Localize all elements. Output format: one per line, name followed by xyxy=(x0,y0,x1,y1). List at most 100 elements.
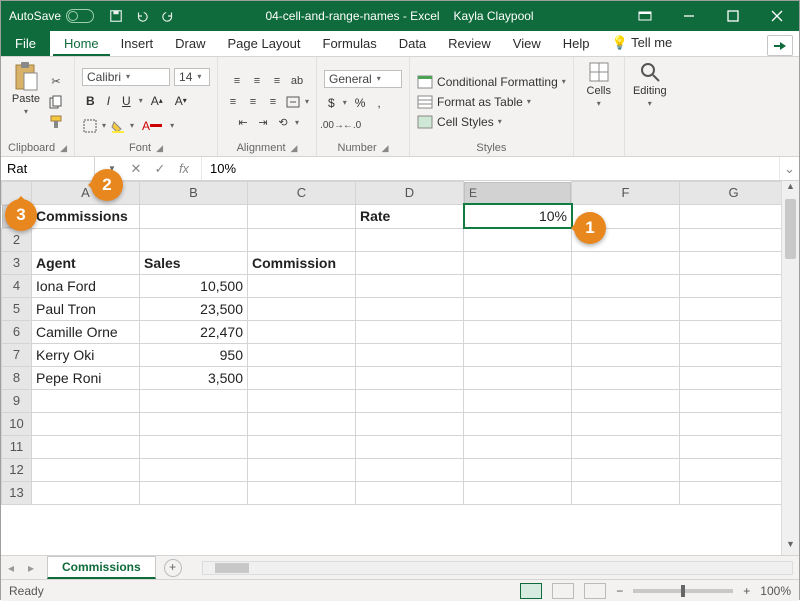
cell[interactable]: Camille Orne xyxy=(32,320,140,343)
row-header[interactable]: 12 xyxy=(2,458,32,481)
cell[interactable] xyxy=(32,435,140,458)
undo-icon[interactable] xyxy=(134,8,150,24)
wrap-text-icon[interactable]: ab xyxy=(289,73,305,89)
cell[interactable] xyxy=(32,389,140,412)
col-header[interactable]: E xyxy=(464,182,571,204)
accounting-icon[interactable]: $ xyxy=(324,93,339,113)
tab-data[interactable]: Data xyxy=(388,32,437,56)
cell[interactable]: Iona Ford xyxy=(32,274,140,297)
tab-file[interactable]: File xyxy=(1,31,50,56)
cell[interactable]: 3,500 xyxy=(140,366,248,389)
spreadsheet-grid[interactable]: A B C D E F G 1CommissionsRate10%23Agent… xyxy=(1,181,781,505)
cell[interactable] xyxy=(248,274,356,297)
cell[interactable] xyxy=(464,389,572,412)
name-box-input[interactable] xyxy=(7,161,88,176)
cell[interactable] xyxy=(464,412,572,435)
cell[interactable] xyxy=(356,458,464,481)
cell[interactable] xyxy=(248,389,356,412)
cell[interactable]: Rate xyxy=(356,204,464,228)
page-layout-view-icon[interactable] xyxy=(552,583,574,599)
cell[interactable] xyxy=(680,320,782,343)
cell[interactable]: 10% xyxy=(464,204,572,228)
row-header[interactable]: 6 xyxy=(2,320,32,343)
cell[interactable] xyxy=(464,458,572,481)
ribbon-display-icon[interactable] xyxy=(623,1,667,31)
redo-icon[interactable] xyxy=(160,8,176,24)
row-header[interactable]: 4 xyxy=(2,274,32,297)
cell[interactable] xyxy=(464,343,572,366)
sheet-nav-prev-icon[interactable]: ◂ xyxy=(1,561,21,575)
percent-icon[interactable]: % xyxy=(351,93,370,113)
cell[interactable] xyxy=(140,412,248,435)
scroll-thumb[interactable] xyxy=(215,563,249,573)
bold-button[interactable]: B xyxy=(82,91,99,111)
autosave-toggle[interactable]: AutoSave xyxy=(9,9,94,23)
cell[interactable] xyxy=(140,389,248,412)
scroll-thumb[interactable] xyxy=(785,199,796,259)
row-header[interactable]: 11 xyxy=(2,435,32,458)
cell[interactable] xyxy=(356,297,464,320)
dialog-launcher-icon[interactable]: ◢ xyxy=(382,143,389,154)
cell[interactable] xyxy=(680,389,782,412)
decrease-decimal-icon[interactable]: ←.0 xyxy=(344,118,360,134)
tab-formulas[interactable]: Formulas xyxy=(312,32,388,56)
zoom-in-button[interactable]: + xyxy=(743,584,750,598)
save-icon[interactable] xyxy=(108,8,124,24)
row-header[interactable]: 13 xyxy=(2,481,32,504)
cell[interactable] xyxy=(680,458,782,481)
cell[interactable] xyxy=(248,481,356,504)
grow-font-icon[interactable]: A▴ xyxy=(147,91,167,111)
tab-help[interactable]: Help xyxy=(552,32,601,56)
tab-tellme[interactable]: 💡 Tell me xyxy=(601,31,684,56)
cell[interactable]: Paul Tron xyxy=(32,297,140,320)
normal-view-icon[interactable] xyxy=(520,583,542,599)
close-icon[interactable] xyxy=(755,1,799,31)
zoom-slider[interactable] xyxy=(633,589,733,593)
increase-decimal-icon[interactable]: .00→ xyxy=(324,118,340,134)
font-name-select[interactable]: Calibri▾ xyxy=(82,68,170,86)
cell[interactable] xyxy=(680,204,782,228)
font-size-select[interactable]: 14▾ xyxy=(174,68,210,86)
cell[interactable] xyxy=(572,458,680,481)
minimize-icon[interactable] xyxy=(667,1,711,31)
cell[interactable] xyxy=(680,297,782,320)
format-as-table-button[interactable]: Format as Table▾ xyxy=(417,94,531,110)
row-header[interactable]: 7 xyxy=(2,343,32,366)
comma-icon[interactable]: , xyxy=(373,93,384,113)
expand-formula-bar-icon[interactable]: ⌄ xyxy=(779,157,799,180)
row-header[interactable]: 2 xyxy=(2,228,32,251)
cell[interactable] xyxy=(32,481,140,504)
col-header[interactable]: D xyxy=(356,182,464,205)
cell[interactable] xyxy=(464,320,572,343)
cell-styles-button[interactable]: Cell Styles▾ xyxy=(417,114,502,130)
cell[interactable] xyxy=(140,228,248,251)
row-header[interactable]: 9 xyxy=(2,389,32,412)
cell[interactable]: Commission xyxy=(248,251,356,274)
cell[interactable] xyxy=(680,481,782,504)
cell[interactable] xyxy=(572,481,680,504)
cell[interactable] xyxy=(572,320,680,343)
align-middle-icon[interactable]: ≡ xyxy=(249,73,265,89)
cell[interactable] xyxy=(356,412,464,435)
align-center-icon[interactable]: ≡ xyxy=(245,94,261,110)
borders-icon[interactable] xyxy=(82,118,98,134)
cell[interactable]: 10,500 xyxy=(140,274,248,297)
cell[interactable] xyxy=(464,297,572,320)
font-color-icon[interactable]: A xyxy=(138,116,166,136)
row-header[interactable]: 8 xyxy=(2,366,32,389)
increase-indent-icon[interactable]: ⇥ xyxy=(255,115,271,131)
cell[interactable] xyxy=(140,435,248,458)
cell[interactable] xyxy=(248,204,356,228)
cell[interactable] xyxy=(680,435,782,458)
col-header[interactable]: F xyxy=(572,182,680,205)
cell[interactable] xyxy=(680,366,782,389)
maximize-icon[interactable] xyxy=(711,1,755,31)
cell[interactable] xyxy=(248,228,356,251)
row-header[interactable]: 3 xyxy=(2,251,32,274)
cell[interactable] xyxy=(32,412,140,435)
col-header[interactable]: B xyxy=(140,182,248,205)
cell[interactable]: 23,500 xyxy=(140,297,248,320)
tab-draw[interactable]: Draw xyxy=(164,32,216,56)
scroll-up-icon[interactable]: ▲ xyxy=(782,181,799,197)
cell[interactable] xyxy=(572,343,680,366)
